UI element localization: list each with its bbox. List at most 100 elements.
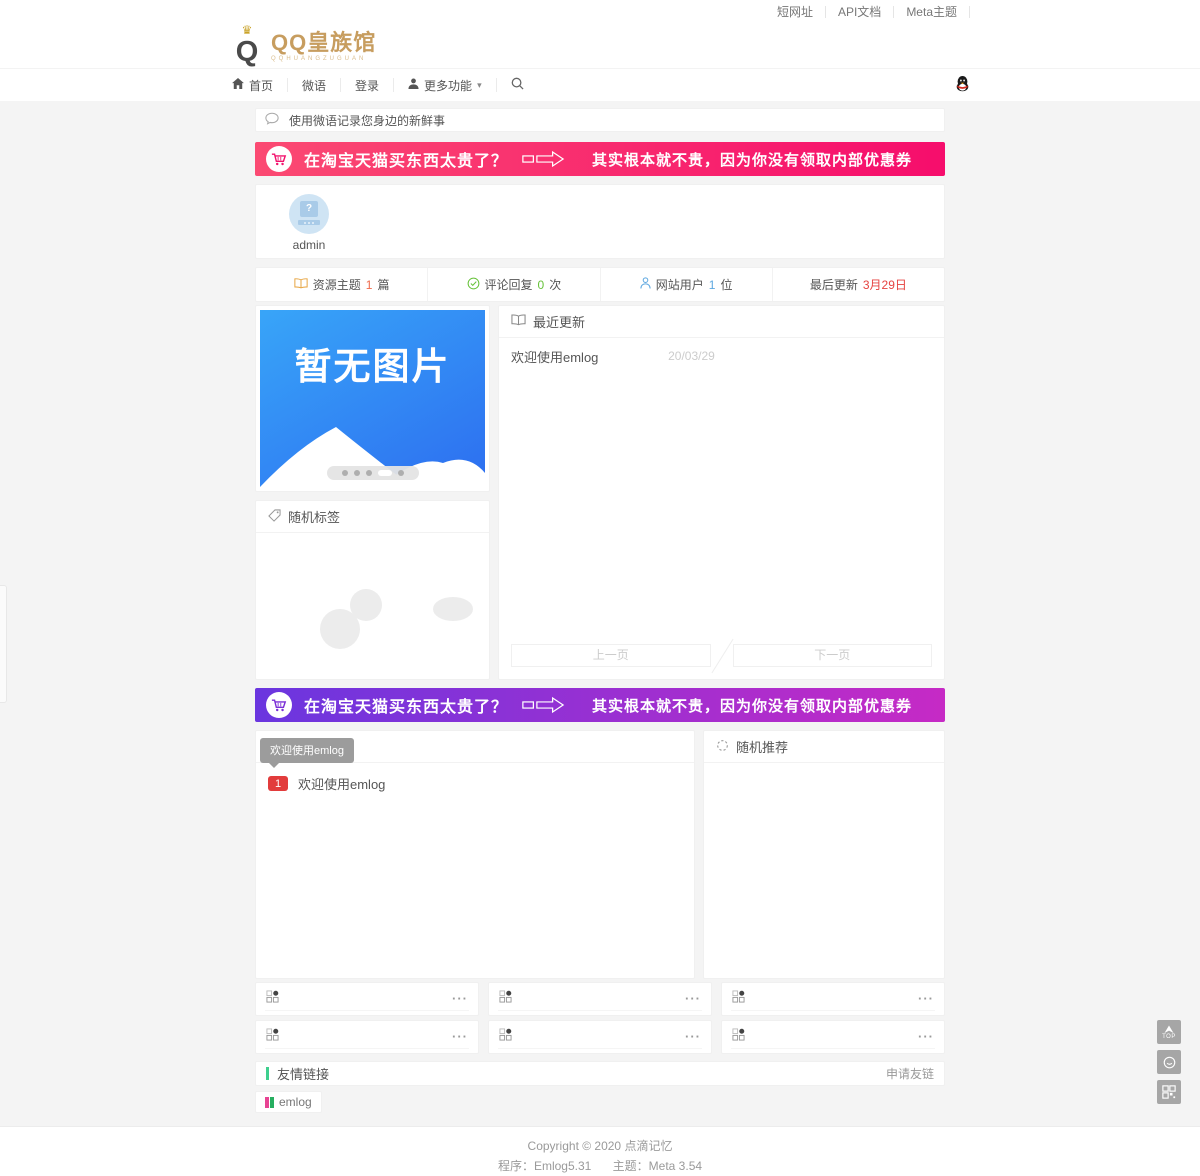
friend-link-emlog[interactable]: emlog xyxy=(255,1091,322,1113)
floating-toolbar: TOP xyxy=(1157,1020,1181,1104)
banner-answer: 其实根本就不贵，因为你没有领取内部优惠券 xyxy=(592,149,912,170)
tooltip: 欢迎使用emlog xyxy=(260,738,354,763)
stat-unit: 位 xyxy=(720,276,732,293)
friend-links-title: 友情链接 xyxy=(277,1064,329,1083)
topbar-link-api-docs[interactable]: API文档 xyxy=(826,6,894,18)
nav-more-label: 更多功能 xyxy=(424,77,472,94)
avatar[interactable]: ? xyxy=(289,194,329,234)
apply-link-button[interactable]: 申请友链 xyxy=(886,1065,934,1082)
banner-question: 在淘宝天猫买东西太贵了？ xyxy=(304,147,508,171)
slider-dot-active[interactable] xyxy=(378,470,392,476)
nav-item-home[interactable]: 首页 xyxy=(230,78,288,92)
hot-item-title: 欢迎使用emlog xyxy=(298,774,385,793)
rank-badge: 1 xyxy=(268,776,288,791)
category-grid-icon xyxy=(499,1028,512,1046)
friend-link-label: emlog xyxy=(279,1095,312,1109)
top-label: TOP xyxy=(1162,1035,1176,1040)
stat-comments: 评论回复 0 次 xyxy=(427,268,599,301)
notice-text: 使用微语记录您身边的新鲜事 xyxy=(289,112,445,129)
emlog-logo-icon xyxy=(265,1097,274,1108)
cart-icon xyxy=(266,692,292,718)
footer-program: 程序：Emlog5.31 xyxy=(498,1159,591,1173)
hot-list-item[interactable]: 1 欢迎使用emlog xyxy=(256,763,694,804)
no-image-placeholder: 暂无图片 xyxy=(260,336,485,390)
smiley-icon xyxy=(1162,1055,1177,1070)
profile-card: ? admin xyxy=(255,184,945,259)
stat-value: 1 xyxy=(366,278,373,292)
prev-page-button[interactable]: 上一页 xyxy=(511,644,711,667)
tag-placeholder-blob xyxy=(433,597,473,621)
back-to-top-button[interactable]: TOP xyxy=(1157,1020,1181,1044)
topbar-link-short-url[interactable]: 短网址 xyxy=(765,6,826,18)
refresh-icon xyxy=(716,739,729,755)
qr-code-icon xyxy=(1162,1085,1176,1099)
username[interactable]: admin xyxy=(289,238,329,252)
category-grid-icon xyxy=(266,990,279,1008)
logo-q-mark: ♛ Q xyxy=(230,25,264,67)
widget-grid: ··· ··· ··· ··· ··· ··· xyxy=(255,982,945,1054)
widget-card[interactable]: ··· xyxy=(255,982,479,1016)
comment-button[interactable] xyxy=(1157,1050,1181,1074)
topbar: 短网址 API文档 Meta主题 xyxy=(0,0,1200,24)
image-slider[interactable]: 暂无图片 xyxy=(255,305,490,492)
nav-home-label: 首页 xyxy=(249,77,273,94)
widget-card[interactable]: ··· xyxy=(721,1020,945,1054)
stat-users: 网站用户 1 位 xyxy=(600,268,772,301)
random-recommend-title: 随机推荐 xyxy=(736,737,788,756)
random-tags-title: 随机标签 xyxy=(288,507,340,526)
qq-login-button[interactable] xyxy=(955,75,970,95)
speech-bubble-icon xyxy=(265,112,279,128)
cart-icon xyxy=(266,146,292,172)
slider-dot[interactable] xyxy=(342,470,348,476)
tag-placeholder-blob xyxy=(350,589,382,621)
up-arrow-icon xyxy=(1163,1025,1175,1035)
avatar-placeholder-bar xyxy=(298,220,320,225)
banner-answer: 其实根本就不贵，因为你没有领取内部优惠券 xyxy=(592,695,912,716)
crown-icon: ♛ xyxy=(230,24,264,36)
nav-item-login[interactable]: 登录 xyxy=(341,78,394,92)
topbar-link-meta-theme[interactable]: Meta主题 xyxy=(894,6,970,18)
side-panel-handle[interactable] xyxy=(0,585,7,703)
ad-banner-bottom[interactable]: 在淘宝天猫买东西太贵了？ 其实根本就不贵，因为你没有领取内部优惠券 xyxy=(255,688,945,722)
book-icon xyxy=(511,314,526,329)
arrow-right-icon xyxy=(522,696,578,714)
search-button[interactable] xyxy=(497,77,538,93)
category-grid-icon xyxy=(732,1028,745,1046)
category-grid-icon xyxy=(499,990,512,1008)
comment-check-icon xyxy=(467,277,480,293)
next-page-button[interactable]: 下一页 xyxy=(733,644,933,667)
category-grid-icon xyxy=(732,990,745,1008)
stat-label: 评论回复 xyxy=(485,276,533,293)
slider-dot[interactable] xyxy=(366,470,372,476)
site-logo[interactable]: ♛ Q QQ皇族馆 QQHUANGZUGUAN xyxy=(230,25,376,67)
random-recommend-panel: 随机推荐 xyxy=(703,730,945,979)
arrow-right-icon xyxy=(522,150,578,168)
widget-card[interactable]: ··· xyxy=(721,982,945,1016)
nav-item-weiyu[interactable]: 微语 xyxy=(288,78,341,92)
random-tags-panel: 随机标签 xyxy=(255,500,490,680)
qrcode-button[interactable] xyxy=(1157,1080,1181,1104)
stat-label: 网站用户 xyxy=(656,276,704,293)
home-icon xyxy=(232,78,244,92)
person-icon xyxy=(640,277,651,292)
green-accent-bar xyxy=(266,1067,269,1080)
more-ellipsis: ··· xyxy=(918,994,934,1004)
recent-updates-title: 最近更新 xyxy=(533,312,585,331)
widget-card[interactable]: ··· xyxy=(488,1020,712,1054)
article-list-item[interactable]: 欢迎使用emlog 20/03/29 xyxy=(499,338,944,374)
stat-last-update: 最后更新 3月29日 xyxy=(772,268,944,301)
more-ellipsis: ··· xyxy=(685,1032,701,1042)
site-subtitle: QQHUANGZUGUAN xyxy=(271,56,376,62)
widget-card[interactable]: ··· xyxy=(255,1020,479,1054)
slider-dot[interactable] xyxy=(354,470,360,476)
main-nav: 首页 微语 登录 更多功能 ▾ xyxy=(0,68,1200,101)
more-ellipsis: ··· xyxy=(452,994,468,1004)
widget-card[interactable]: ··· xyxy=(488,982,712,1016)
category-grid-icon xyxy=(266,1028,279,1046)
stat-label: 最后更新 xyxy=(810,276,858,293)
footer-theme: 主题：Meta 3.54 xyxy=(613,1159,702,1173)
book-icon xyxy=(294,278,308,292)
slider-dot[interactable] xyxy=(398,470,404,476)
ad-banner-top[interactable]: 在淘宝天猫买东西太贵了？ 其实根本就不贵，因为你没有领取内部优惠券 xyxy=(255,142,945,176)
nav-item-more[interactable]: 更多功能 ▾ xyxy=(394,78,497,92)
